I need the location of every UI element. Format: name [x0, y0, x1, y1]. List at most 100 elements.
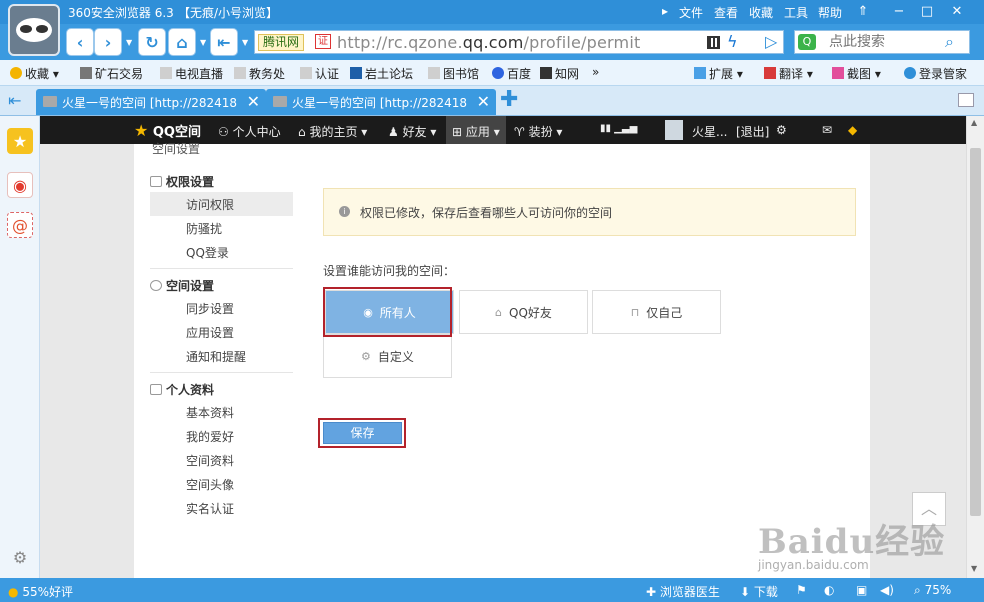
- menu-caret-icon[interactable]: ▸: [662, 4, 668, 18]
- option-qq-friends[interactable]: ⌂ QQ好友: [459, 290, 588, 334]
- bookmark-item[interactable]: 百度: [492, 65, 531, 82]
- menu-help[interactable]: 帮助: [818, 4, 842, 21]
- scroll-thumb[interactable]: [970, 148, 981, 516]
- sidebar-item-access-permission[interactable]: 访问权限: [150, 192, 293, 216]
- nav-friends[interactable]: ♟ 好友 ▾: [388, 123, 436, 140]
- zoom-control[interactable]: ⌕ 75%: [914, 583, 951, 598]
- url-text[interactable]: http://rc.qzone.qq.com/profile/permit: [337, 33, 640, 52]
- sidebar-toggle-icon[interactable]: ⇤: [8, 91, 21, 110]
- nav-personal-center[interactable]: ⚇ 个人中心: [218, 123, 281, 140]
- rating-indicator[interactable]: ● 55%好评: [8, 583, 73, 600]
- sidebar-item-sync-settings[interactable]: 同步设置: [150, 296, 293, 320]
- browser-doctor-button[interactable]: ✚ 浏览器医生: [646, 583, 720, 600]
- sidebar-item-avatar[interactable]: 空间头像: [150, 472, 293, 496]
- sidebar-item-hobbies[interactable]: 我的爱好: [150, 424, 293, 448]
- browser-tab-active[interactable]: 火星一号的空间 [http://282418 ✕: [266, 89, 496, 115]
- close-tab-icon[interactable]: ✕: [247, 92, 260, 111]
- nav-decorate[interactable]: ♈ 装扮 ▾: [514, 123, 562, 140]
- sidebar-item-space-info[interactable]: 空间资料: [150, 448, 293, 472]
- restore-tab-button[interactable]: ⇤: [210, 28, 238, 56]
- favorites-button[interactable]: 收藏 ▾: [10, 65, 59, 82]
- search-icon[interactable]: ⌕: [945, 32, 954, 52]
- sync-icon[interactable]: ◐: [824, 583, 834, 597]
- sidebar-item-notifications[interactable]: 通知和提醒: [150, 344, 293, 368]
- translate-button[interactable]: 翻译 ▾: [764, 65, 813, 82]
- back-to-top-button[interactable]: ︿: [912, 492, 946, 526]
- search-engine-icon[interactable]: Q: [798, 34, 816, 50]
- mail-icon[interactable]: ✉: [822, 123, 832, 137]
- search-box[interactable]: Q ⌕: [794, 30, 970, 54]
- certificate-badge[interactable]: 证: [315, 34, 331, 49]
- qzone-logo[interactable]: ★ QQ空间: [134, 121, 201, 140]
- user-avatar[interactable]: [665, 120, 683, 140]
- bookmark-item[interactable]: 图书馆: [428, 65, 479, 82]
- vertical-scrollbar[interactable]: ▲ ▼: [966, 116, 984, 578]
- tab-overview-icon[interactable]: [958, 93, 974, 107]
- speed-mode-icon[interactable]: ϟ: [727, 32, 738, 51]
- browser-tab[interactable]: 火星一号的空间 [http://282418 ✕: [36, 89, 266, 115]
- notice-banner: i 权限已修改，保存后查看哪些人可访问你的空间: [323, 188, 856, 236]
- scroll-down-icon[interactable]: ▼: [971, 564, 977, 573]
- signal-icon[interactable]: ▮▮ ▁▃▅: [600, 123, 637, 134]
- sidebar-item-anti-harassment[interactable]: 防骚扰: [150, 216, 293, 240]
- restore-dropdown-icon[interactable]: ▼: [242, 38, 248, 47]
- flag-icon[interactable]: ⚑: [796, 583, 807, 597]
- close-tab-icon[interactable]: ✕: [477, 92, 490, 111]
- mail-icon[interactable]: @: [7, 212, 33, 238]
- site-identity-badge[interactable]: 腾讯网: [258, 34, 305, 51]
- search-input[interactable]: [829, 33, 939, 51]
- address-bar[interactable]: 腾讯网 证 http://rc.qzone.qq.com/profile/per…: [254, 30, 784, 54]
- forward-button[interactable]: ›: [94, 28, 122, 56]
- login-manager-button[interactable]: 登录管家: [904, 65, 967, 82]
- menu-tools[interactable]: 工具: [784, 4, 808, 21]
- vip-diamond-icon[interactable]: ◆: [848, 123, 857, 137]
- close-icon[interactable]: ✕: [946, 2, 968, 22]
- home-icon: ⌂: [298, 125, 310, 139]
- menu-favorites[interactable]: 收藏: [749, 4, 773, 21]
- scroll-up-icon[interactable]: ▲: [971, 118, 977, 127]
- sidebar-item-qq-login[interactable]: QQ登录: [150, 240, 293, 264]
- volume-icon[interactable]: ◀): [880, 583, 894, 597]
- forward-dropdown-icon[interactable]: ▼: [126, 38, 132, 47]
- favorites-star-icon[interactable]: ★: [7, 128, 33, 154]
- user-name[interactable]: 火星...: [692, 123, 727, 140]
- bookmark-item[interactable]: 岩土论坛: [350, 65, 413, 82]
- settings-gear-icon[interactable]: ⚙: [7, 544, 33, 570]
- sidebar-item-app-settings[interactable]: 应用设置: [150, 320, 293, 344]
- menu-file[interactable]: 文件: [679, 4, 703, 21]
- menu-view[interactable]: 查看: [714, 4, 738, 21]
- bookmark-item[interactable]: 矿石交易: [80, 65, 143, 82]
- new-tab-icon[interactable]: ✚: [500, 89, 518, 111]
- nav-my-home[interactable]: ⌂ 我的主页 ▾: [298, 123, 367, 140]
- screenshot-button[interactable]: 截图 ▾: [832, 65, 881, 82]
- qr-code-icon[interactable]: [707, 36, 720, 49]
- home-button[interactable]: ⌂: [168, 28, 196, 56]
- minimize-icon[interactable]: −: [888, 2, 910, 22]
- key-icon: [904, 67, 916, 79]
- home-dropdown-icon[interactable]: ▼: [200, 38, 206, 47]
- bookmark-item[interactable]: 教务处: [234, 65, 285, 82]
- go-icon[interactable]: ▷: [765, 32, 777, 51]
- bookmark-item[interactable]: 电视直播: [160, 65, 223, 82]
- sidebar-item-real-name[interactable]: 实名认证: [150, 496, 293, 520]
- extensions-button[interactable]: 扩展 ▾: [694, 65, 743, 82]
- settings-gear-icon[interactable]: ⚙: [776, 123, 787, 137]
- option-custom[interactable]: ⚙ 自定义: [323, 334, 452, 378]
- option-only-me[interactable]: ⊓ 仅自己: [592, 290, 721, 334]
- bookmark-item[interactable]: 认证: [300, 65, 339, 82]
- nav-apps[interactable]: ⊞ 应用 ▾: [446, 116, 506, 144]
- refresh-button[interactable]: ↻: [138, 28, 166, 56]
- bookmarks-more-icon[interactable]: »: [592, 65, 599, 79]
- maximize-icon[interactable]: □: [916, 2, 938, 22]
- download-button[interactable]: ⬇ 下载: [740, 583, 778, 600]
- permission-prompt: 设置谁能访问我的空间：: [323, 264, 456, 278]
- back-button[interactable]: ‹: [66, 28, 94, 56]
- toolbar: ‹ › ▼ ↻ ⌂ ▼ ⇤ ▼ 腾讯网 证 http://rc.qzone.qq…: [0, 24, 984, 60]
- bookmark-item[interactable]: 知网: [540, 65, 579, 82]
- shirt-icon[interactable]: ⇑: [852, 2, 874, 22]
- sidebar-item-basic-info[interactable]: 基本资料: [150, 400, 293, 424]
- logout-link[interactable]: [退出]: [736, 123, 769, 140]
- window-icon[interactable]: ▣: [856, 583, 867, 597]
- weibo-icon[interactable]: ◉: [7, 172, 33, 198]
- bookmark-icon: [80, 67, 92, 79]
